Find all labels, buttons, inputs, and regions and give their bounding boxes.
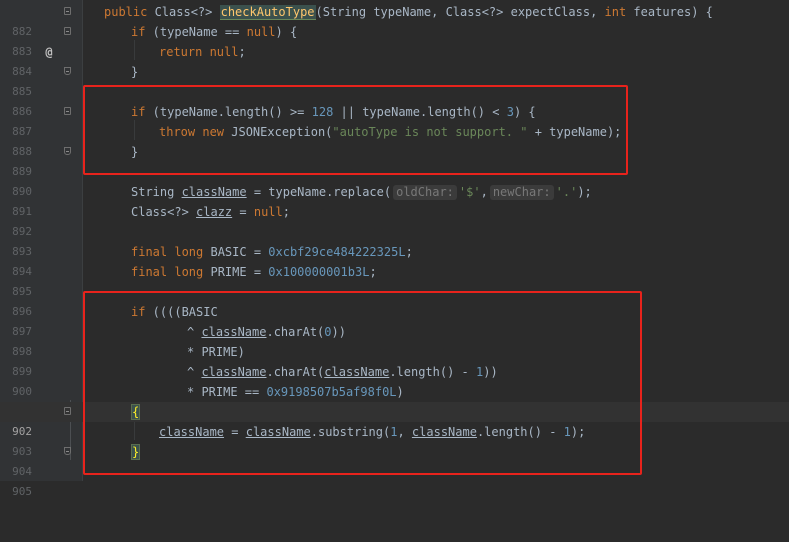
code-text: return null; xyxy=(159,45,246,59)
code-text: String className = typeName.replace(oldC… xyxy=(131,185,592,200)
code-line-883[interactable]: 883 if (typeName == null) { xyxy=(0,22,789,58)
code-line-885[interactable]: 885 } xyxy=(0,62,789,98)
line-number: 905 xyxy=(12,485,32,498)
fold-end-icon[interactable] xyxy=(64,447,71,455)
code-text: } xyxy=(131,65,139,79)
annotation-box-hash-check xyxy=(83,291,642,475)
code-text: final long PRIME = 0x100000001b3L; xyxy=(131,265,377,279)
annotation-box-length-check xyxy=(83,85,628,175)
code-line-891[interactable]: 891 String className = typeName.replace(… xyxy=(0,182,789,218)
code-text: final long BASIC = 0xcbf29ce484222325L; xyxy=(131,245,413,259)
code-line-893[interactable]: 893 xyxy=(0,222,789,258)
code-text: public Class<?> checkAutoType(String typ… xyxy=(104,5,713,20)
fold-end-icon[interactable] xyxy=(64,147,71,155)
fold-icon[interactable] xyxy=(64,107,71,115)
fold-icon[interactable] xyxy=(64,7,71,15)
code-editor[interactable]: 882 @ public Class<?> checkAutoType(Stri… xyxy=(0,0,789,498)
parameter-hint: newChar: xyxy=(489,185,554,200)
code-line-895[interactable]: 895 final long PRIME = 0x100000001b3L; xyxy=(0,262,789,298)
fold-end-icon[interactable] xyxy=(64,67,71,75)
code-line-882[interactable]: 882 @ public Class<?> checkAutoType(Stri… xyxy=(0,2,789,59)
code-text: if (typeName == null) { xyxy=(131,25,298,39)
code-line-894[interactable]: 894 final long BASIC = 0xcbf29ce48422232… xyxy=(0,242,789,278)
fold-icon[interactable] xyxy=(64,407,71,415)
fold-icon[interactable] xyxy=(64,27,71,35)
code-line-884[interactable]: 884 return null; xyxy=(0,42,789,78)
code-line-892[interactable]: 892 Class<?> clazz = null; xyxy=(0,202,789,238)
method-name-highlight: checkAutoType xyxy=(219,5,316,20)
parameter-hint: oldChar: xyxy=(393,185,457,200)
code-text: Class<?> clazz = null; xyxy=(131,205,290,219)
